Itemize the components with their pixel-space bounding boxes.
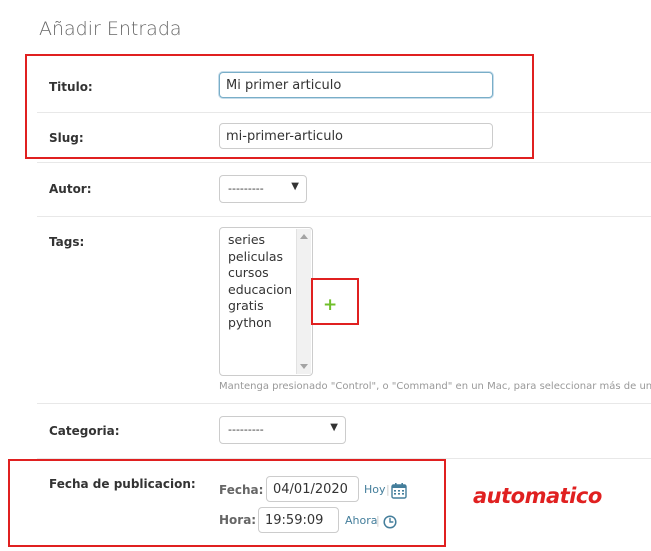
scroll-up-icon[interactable] bbox=[300, 234, 308, 239]
autor-label: Autor: bbox=[49, 182, 92, 196]
categoria-label: Categoria: bbox=[49, 424, 120, 438]
tags-multiselect[interactable]: series peliculas cursos educacion gratis… bbox=[219, 227, 313, 376]
chevron-down-icon: ▼ bbox=[330, 422, 338, 433]
annotation-box bbox=[8, 459, 446, 547]
annotation-box bbox=[25, 54, 534, 159]
tags-help-text: Mantenga presionado "Control", o "Comman… bbox=[219, 381, 651, 392]
tags-scrollbar[interactable] bbox=[296, 229, 311, 374]
row-divider bbox=[37, 403, 651, 404]
categoria-select[interactable]: --------- ▼ bbox=[219, 416, 346, 444]
row-divider bbox=[37, 216, 651, 217]
autor-select[interactable]: --------- ▼ bbox=[219, 175, 307, 203]
row-divider bbox=[37, 162, 651, 163]
chevron-down-icon: ▼ bbox=[291, 181, 299, 192]
autor-selected-value: --------- bbox=[228, 182, 264, 195]
page-title: Añadir Entrada bbox=[39, 18, 182, 40]
watermark-text: automatico bbox=[473, 484, 602, 508]
annotation-box bbox=[311, 278, 359, 325]
tags-label: Tags: bbox=[49, 235, 85, 249]
scroll-down-icon[interactable] bbox=[300, 364, 308, 369]
categoria-selected-value: --------- bbox=[228, 423, 264, 436]
